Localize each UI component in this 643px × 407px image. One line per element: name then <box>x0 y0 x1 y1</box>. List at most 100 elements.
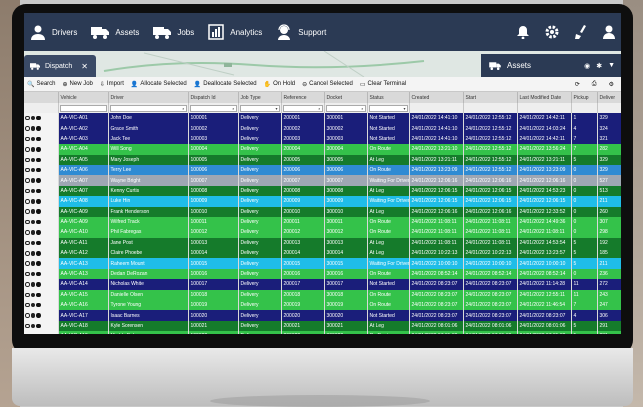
minus-circle-icon[interactable] <box>36 323 41 329</box>
minus-circle-icon[interactable] <box>36 230 41 235</box>
user-icon[interactable] <box>30 188 35 194</box>
search-icon[interactable] <box>25 209 30 214</box>
user-icon[interactable] <box>30 271 35 277</box>
minus-circle-icon[interactable] <box>36 136 41 142</box>
minus-circle-icon[interactable] <box>36 271 41 277</box>
filter-docket[interactable]: ⌕ <box>324 103 368 113</box>
minus-circle-icon[interactable] <box>36 126 41 131</box>
eye-icon[interactable]: ◉ <box>584 62 590 70</box>
user-icon[interactable] <box>30 230 35 235</box>
table-row[interactable]: AA-VIC-A09 Frank Henderson 100010 Delivery 2… <box>24 206 621 217</box>
filter-dispatch-id[interactable]: ⌕ <box>188 103 239 113</box>
minus-circle-icon[interactable] <box>36 219 41 225</box>
column-header-last-modified[interactable]: Last Modified Date <box>517 92 572 103</box>
column-header-reference[interactable]: Reference <box>281 92 325 103</box>
user-icon[interactable] <box>30 251 35 256</box>
on-hold-button[interactable]: ✋ On Hold <box>264 81 296 88</box>
search-button[interactable]: 🔍 Search <box>27 81 56 88</box>
table-row[interactable]: AA-VIC-A02 Grace Smith 100002 Delivery 20000… <box>24 123 621 134</box>
search-icon[interactable] <box>25 115 30 121</box>
new-job-button[interactable]: ⊕ New Job <box>63 81 93 88</box>
search-icon[interactable] <box>25 136 30 142</box>
column-header-status[interactable]: Status <box>367 92 410 103</box>
user-icon[interactable] <box>30 323 35 329</box>
table-row[interactable]: AA-VIC-A05 Mary Joseph 100005 Delivery 20000… <box>24 154 621 165</box>
search-icon[interactable] <box>25 178 30 183</box>
column-header-job-type[interactable]: Job Type <box>238 92 282 103</box>
table-row[interactable]: AA-VIC-A13 Dedan DeRozan 100016 Delivery 200… <box>24 268 621 280</box>
user-icon[interactable] <box>30 240 35 246</box>
cancel-selected-button[interactable]: ⊖ Cancel Selected <box>302 81 353 88</box>
search-icon[interactable] <box>25 251 30 256</box>
table-row[interactable]: AA-VIC-A16 Tyrone Young 100019 Delivery 2000… <box>24 300 621 311</box>
minus-circle-icon[interactable] <box>36 147 41 152</box>
table-row[interactable]: AA-VIC-A10 Phil Fabregas 100012 Delivery 200… <box>24 227 621 238</box>
search-icon[interactable] <box>25 313 30 318</box>
minus-circle-icon[interactable] <box>36 240 41 246</box>
nav-support[interactable]: Support <box>276 24 326 40</box>
table-row[interactable]: AA-VIC-A17 Isaac Barnes 100020 Delivery 2000… <box>24 310 621 321</box>
pin-icon[interactable]: ▼ <box>608 62 615 70</box>
clear-terminal-button[interactable]: ▭ Clear Terminal <box>360 81 406 88</box>
search-icon[interactable] <box>25 219 30 225</box>
nav-drivers[interactable]: Drivers <box>30 24 77 40</box>
table-row[interactable]: AA-VIC-A19Maddy Bylgerg100022Delivery200… <box>24 331 621 334</box>
search-icon[interactable] <box>25 157 30 162</box>
import-button[interactable]: ⇩ Import <box>100 81 124 88</box>
search-icon[interactable] <box>25 230 30 235</box>
minus-circle-icon[interactable] <box>36 167 41 173</box>
user-icon[interactable] <box>30 178 35 183</box>
broom-icon[interactable] <box>575 25 587 39</box>
table-row[interactable]: AA-VIC-A11 Jane Post 100013 Delivery 200013 3… <box>24 237 621 249</box>
search-icon[interactable] <box>25 323 30 329</box>
user-icon[interactable] <box>30 115 35 121</box>
table-row[interactable]: AA-VIC-A08 Luke Hin 100009 Delivery 200009 30… <box>24 196 621 207</box>
minus-circle-icon[interactable] <box>36 261 41 266</box>
filter-driver[interactable]: ⌕ <box>108 103 189 113</box>
tab-dispatch[interactable]: Dispatch ✕ <box>24 55 96 77</box>
minus-circle-icon[interactable] <box>36 251 41 256</box>
user-icon[interactable] <box>30 136 35 142</box>
table-row[interactable]: AA-VIC-A13 Raheem Mount 100015 Delivery 2000… <box>24 258 621 269</box>
column-header-start[interactable]: Start <box>463 92 518 103</box>
close-icon[interactable]: ✕ <box>81 62 88 71</box>
user-icon[interactable] <box>30 282 35 287</box>
minus-circle-icon[interactable] <box>36 178 41 183</box>
column-header-pickup[interactable]: Pickup <box>571 92 598 103</box>
table-row[interactable]: AA-VIC-A04 Will Song 100004 Delivery 200004 3… <box>24 144 621 155</box>
search-icon[interactable] <box>25 292 30 298</box>
search-icon[interactable] <box>25 261 30 266</box>
table-row[interactable]: AA-VIC-A09 Wilfred Track 100011 Delivery 200… <box>24 216 621 228</box>
user-icon[interactable] <box>30 313 35 318</box>
table-row[interactable]: AA-VIC-A03 Jack Tee 100003 Delivery 200003 30… <box>24 133 621 145</box>
search-icon[interactable] <box>25 282 30 287</box>
column-header-vehicle[interactable]: Vehicle <box>58 92 109 103</box>
deallocate-selected-button[interactable]: 👤 Deallocate Selected <box>194 81 257 88</box>
table-row[interactable]: AA-VIC-A06 Terry Lee 100006 Delivery 200006 3… <box>24 164 621 176</box>
table-row[interactable]: AA-VIC-A12 Claire Phoebe 100014 Delivery 200… <box>24 248 621 259</box>
gear-icon[interactable] <box>545 25 559 39</box>
user-icon[interactable] <box>30 302 35 308</box>
user-icon[interactable] <box>603 25 615 39</box>
search-icon[interactable] <box>25 271 30 277</box>
filter-reference[interactable]: ⌕ <box>281 103 325 113</box>
search-icon[interactable] <box>25 188 30 194</box>
table-row[interactable]: AA-VIC-A07 Wayne Bright 100007 Delivery 2000… <box>24 175 621 186</box>
minus-circle-icon[interactable] <box>36 292 41 298</box>
user-icon[interactable] <box>30 292 35 298</box>
filter-status[interactable]: ▾ <box>367 103 410 113</box>
column-header-docket[interactable]: Docket <box>324 92 368 103</box>
minus-circle-icon[interactable] <box>36 313 41 318</box>
column-header-created[interactable]: Created <box>409 92 464 103</box>
minus-circle-icon[interactable] <box>36 282 41 287</box>
search-icon[interactable] <box>25 126 30 131</box>
user-icon[interactable] <box>30 147 35 152</box>
search-icon[interactable] <box>25 167 30 173</box>
table-row[interactable]: AA-VIC-A07 Kenny Curtis 100008 Delivery 2000… <box>24 185 621 197</box>
minus-circle-icon[interactable] <box>36 188 41 194</box>
nav-assets[interactable]: Assets <box>91 25 139 39</box>
minus-circle-icon[interactable] <box>36 209 41 214</box>
column-header-dispatch-id[interactable]: Dispatch Id <box>188 92 239 103</box>
nav-jobs[interactable]: Jobs <box>153 25 194 39</box>
refresh-icon[interactable]: ⟳ <box>575 81 580 88</box>
